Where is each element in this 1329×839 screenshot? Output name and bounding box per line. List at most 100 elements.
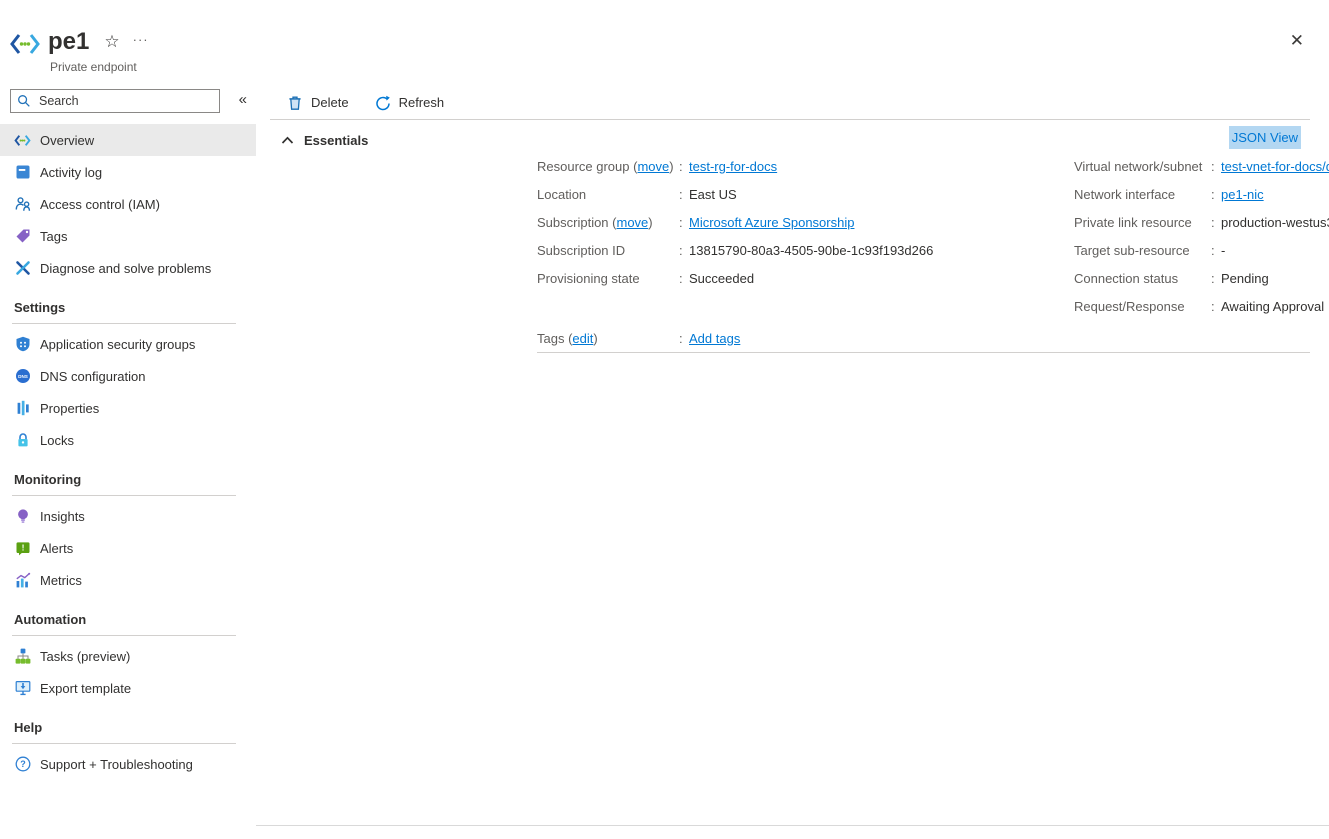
edit-tags-link[interactable]: edit (572, 331, 593, 346)
provisioning-state-value: Succeeded (689, 271, 754, 286)
private-endpoint-icon (9, 31, 41, 60)
essentials-row-provisioning-state: Provisioning state : Succeeded (537, 264, 1067, 292)
sidebar-item-label: Access control (IAM) (40, 197, 160, 212)
subscription-link[interactable]: Microsoft Azure Sponsorship (689, 215, 854, 230)
sidebar-item-application-security-groups[interactable]: Application security groups (0, 328, 256, 360)
sidebar: « Overview Activity log (0, 86, 256, 839)
add-tags-link[interactable]: Add tags (689, 331, 740, 346)
command-bar: Delete Refresh (256, 86, 1329, 119)
sidebar-item-access-control[interactable]: Access control (IAM) (0, 188, 256, 220)
essentials-right-column: Virtual network/subnet : test-vnet-for-d… (1074, 152, 1309, 320)
export-template-icon (14, 680, 31, 697)
sidebar-item-tasks-preview[interactable]: Tasks (preview) (0, 640, 256, 672)
essentials-row-resource-group: Resource group (move) : test-rg-for-docs (537, 152, 1067, 180)
sidebar-item-label: Export template (40, 681, 131, 696)
delete-button[interactable]: Delete (287, 95, 349, 111)
help-question-icon: ? (14, 756, 31, 773)
sidebar-item-tags[interactable]: Tags (0, 220, 256, 252)
essentials-header: Essentials JSON View (281, 127, 1301, 153)
dns-icon: DNS (14, 368, 31, 385)
main-content: Delete Refresh Essentials JSON View Reso… (256, 86, 1329, 839)
sidebar-item-label: Locks (40, 433, 74, 448)
essentials-row-subscription: Subscription (move) : Microsoft Azure Sp… (537, 208, 1067, 236)
refresh-label: Refresh (399, 95, 445, 110)
tags-icon (14, 228, 31, 245)
section-divider (12, 743, 236, 744)
essentials-bottom-divider (537, 352, 1310, 353)
sidebar-item-diagnose[interactable]: Diagnose and solve problems (0, 252, 256, 284)
sidebar-item-export-template[interactable]: Export template (0, 672, 256, 704)
page-header: pe1 ☆ ··· Private endpoint ✕ (0, 0, 1329, 86)
move-subscription-link[interactable]: move (616, 215, 648, 230)
sidebar-item-properties[interactable]: Properties (0, 392, 256, 424)
properties-icon (14, 400, 31, 417)
essentials-row-location: Location : East US (537, 180, 1067, 208)
essentials-row-request-response: Request/Response : Awaiting Approval (1074, 292, 1309, 320)
pane-bottom-divider (256, 825, 1329, 826)
move-resource-group-link[interactable]: move (637, 159, 669, 174)
application-security-groups-icon (14, 336, 31, 353)
page-title: pe1 (48, 27, 89, 57)
sidebar-item-label: Diagnose and solve problems (40, 261, 211, 276)
sidebar-item-alerts[interactable]: ! Alerts (0, 532, 256, 564)
json-view-button[interactable]: JSON View (1229, 126, 1301, 149)
sidebar-search-row: « (0, 86, 256, 124)
sidebar-item-label: Overview (40, 133, 94, 148)
trash-icon (287, 95, 303, 111)
request-response-value: Awaiting Approval (1221, 299, 1324, 314)
activity-log-icon (14, 164, 31, 181)
private-endpoint-icon (14, 132, 31, 149)
resource-group-link[interactable]: test-rg-for-docs (689, 159, 777, 174)
sidebar-item-label: Metrics (40, 573, 82, 588)
favorite-star-icon[interactable]: ☆ (104, 32, 119, 52)
essentials-left-column: Resource group (move) : test-rg-for-docs… (537, 152, 1067, 292)
refresh-icon (375, 95, 391, 111)
sidebar-item-label: Properties (40, 401, 99, 416)
alerts-icon: ! (14, 540, 31, 557)
svg-text:?: ? (20, 759, 26, 769)
more-options-icon[interactable]: ··· (133, 32, 149, 47)
essentials-row-subscription-id: Subscription ID : 13815790-80a3-4505-90b… (537, 236, 1067, 264)
sidebar-section-monitoring: Monitoring (0, 456, 256, 490)
sidebar-item-label: Support + Troubleshooting (40, 757, 193, 772)
svg-text:DNS: DNS (18, 374, 28, 379)
search-input[interactable] (37, 93, 211, 109)
diagnose-tools-icon (14, 260, 31, 277)
essentials-row-connection-status: Connection status : Pending (1074, 264, 1309, 292)
vnet-subnet-link[interactable]: test-vnet-for-docs/default (1221, 159, 1329, 174)
chevron-up-icon[interactable] (281, 136, 294, 145)
private-link-resource-value: production-westus3-0-0 (1221, 215, 1329, 230)
insights-lightbulb-icon (14, 508, 31, 525)
connection-status-value: Pending (1221, 271, 1269, 286)
sidebar-item-locks[interactable]: Locks (0, 424, 256, 456)
svg-text:!: ! (21, 543, 24, 553)
search-box[interactable] (10, 89, 220, 113)
sidebar-section-help: Help (0, 704, 256, 738)
sidebar-item-label: DNS configuration (40, 369, 146, 384)
lock-icon (14, 432, 31, 449)
essentials-row-vnet-subnet: Virtual network/subnet : test-vnet-for-d… (1074, 152, 1309, 180)
section-divider (12, 495, 236, 496)
delete-label: Delete (311, 95, 349, 110)
section-divider (12, 323, 236, 324)
sidebar-item-metrics[interactable]: Metrics (0, 564, 256, 596)
sidebar-item-insights[interactable]: Insights (0, 500, 256, 532)
sidebar-item-label: Activity log (40, 165, 102, 180)
close-icon[interactable]: ✕ (1290, 31, 1304, 51)
sidebar-nav: Overview Activity log Access control (0, 124, 256, 780)
sidebar-item-overview[interactable]: Overview (0, 124, 256, 156)
sidebar-section-automation: Automation (0, 596, 256, 630)
sidebar-section-settings: Settings (0, 284, 256, 318)
essentials-row-target-sub-resource: Target sub-resource : - (1074, 236, 1309, 264)
tasks-flowchart-icon (14, 648, 31, 665)
essentials-row-network-interface: Network interface : pe1-nic (1074, 180, 1309, 208)
collapse-sidebar-icon[interactable]: « (239, 91, 247, 108)
sidebar-item-dns-configuration[interactable]: DNS DNS configuration (0, 360, 256, 392)
sidebar-item-activity-log[interactable]: Activity log (0, 156, 256, 188)
sidebar-item-support-troubleshooting[interactable]: ? Support + Troubleshooting (0, 748, 256, 780)
refresh-button[interactable]: Refresh (375, 95, 445, 111)
search-icon (17, 94, 31, 108)
network-interface-link[interactable]: pe1-nic (1221, 187, 1264, 202)
sidebar-item-label: Insights (40, 509, 85, 524)
essentials-row-tags: Tags (edit) : Add tags (537, 324, 740, 352)
